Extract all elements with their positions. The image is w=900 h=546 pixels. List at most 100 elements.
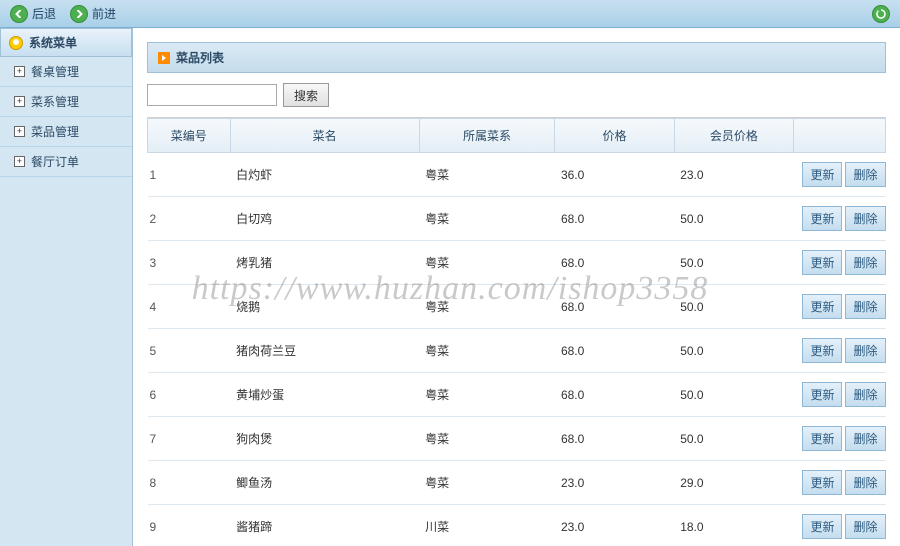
table-row: 4烧鹅粤菜68.050.0更新删除: [148, 285, 886, 329]
table-row: 3烤乳猪粤菜68.050.0更新删除: [148, 241, 886, 285]
update-button[interactable]: 更新: [802, 294, 842, 319]
update-button[interactable]: 更新: [802, 514, 842, 539]
table-row: 2白切鸡粤菜68.050.0更新删除: [148, 197, 886, 241]
table-row: 5猪肉荷兰豆粤菜68.050.0更新删除: [148, 329, 886, 373]
table-row: 8鲫鱼汤粤菜23.029.0更新删除: [148, 461, 886, 505]
expand-icon: +: [14, 126, 25, 137]
user-icon: [9, 36, 23, 50]
col-name: 白切鸡: [230, 197, 419, 241]
col-name: 猪肉荷兰豆: [230, 329, 419, 373]
content-area: 菜品列表 搜索 菜编号 菜名 所属菜系 价格 会员价格 1白灼虾粤菜36.02: [133, 28, 900, 546]
table-row: 1白灼虾粤菜36.023.0更新删除: [148, 153, 886, 197]
col-header-cuisine: 所属菜系: [419, 119, 555, 153]
col-actions: 更新删除: [793, 461, 885, 505]
col-actions: 更新删除: [793, 505, 885, 546]
col-id: 7: [148, 417, 231, 461]
col-cuisine: 粤菜: [419, 285, 555, 329]
update-button[interactable]: 更新: [802, 382, 842, 407]
sidebar-item-label: 餐桌管理: [31, 63, 79, 80]
delete-button[interactable]: 删除: [845, 250, 885, 275]
arrow-right-icon: [70, 5, 88, 23]
col-price: 68.0: [555, 417, 674, 461]
col-name: 酱猪蹄: [230, 505, 419, 546]
col-header-name: 菜名: [230, 119, 419, 153]
col-cuisine: 粤菜: [419, 417, 555, 461]
col-name: 白灼虾: [230, 153, 419, 197]
col-cuisine: 粤菜: [419, 373, 555, 417]
col-member-price: 23.0: [674, 153, 793, 197]
table-row: 6黄埔炒蛋粤菜68.050.0更新删除: [148, 373, 886, 417]
sidebar-header: 系统菜单: [0, 28, 132, 57]
col-id: 8: [148, 461, 231, 505]
delete-button[interactable]: 删除: [845, 514, 885, 539]
top-toolbar: 后退 前进: [0, 0, 900, 28]
col-price: 36.0: [555, 153, 674, 197]
col-member-price: 29.0: [674, 461, 793, 505]
col-price: 23.0: [555, 505, 674, 546]
col-name: 黄埔炒蛋: [230, 373, 419, 417]
col-cuisine: 粤菜: [419, 153, 555, 197]
forward-button[interactable]: 前进: [64, 3, 122, 25]
col-header-actions: [793, 119, 885, 153]
col-actions: 更新删除: [793, 329, 885, 373]
table-wrap: 菜编号 菜名 所属菜系 价格 会员价格 1白灼虾粤菜36.023.0更新删除2白…: [147, 118, 886, 546]
col-cuisine: 粤菜: [419, 329, 555, 373]
update-button[interactable]: 更新: [802, 426, 842, 451]
col-member-price: 50.0: [674, 285, 793, 329]
search-button[interactable]: 搜索: [283, 83, 329, 107]
arrow-left-icon: [10, 5, 28, 23]
expand-icon: +: [14, 156, 25, 167]
dish-table: 菜编号 菜名 所属菜系 价格 会员价格 1白灼虾粤菜36.023.0更新删除2白…: [147, 118, 886, 546]
refresh-button[interactable]: [866, 3, 896, 25]
col-member-price: 50.0: [674, 329, 793, 373]
update-button[interactable]: 更新: [802, 162, 842, 187]
expand-icon: +: [14, 66, 25, 77]
table-row: 9酱猪蹄川菜23.018.0更新删除: [148, 505, 886, 546]
sidebar: 系统菜单 +餐桌管理+菜系管理+菜品管理+餐厅订单: [0, 28, 133, 546]
delete-button[interactable]: 删除: [845, 162, 885, 187]
col-actions: 更新删除: [793, 417, 885, 461]
col-member-price: 50.0: [674, 417, 793, 461]
update-button[interactable]: 更新: [802, 206, 842, 231]
col-actions: 更新删除: [793, 285, 885, 329]
update-button[interactable]: 更新: [802, 250, 842, 275]
delete-button[interactable]: 删除: [845, 294, 885, 319]
col-member-price: 50.0: [674, 197, 793, 241]
col-member-price: 50.0: [674, 241, 793, 285]
search-input[interactable]: [147, 84, 277, 106]
col-name: 鲫鱼汤: [230, 461, 419, 505]
col-cuisine: 粤菜: [419, 241, 555, 285]
back-button[interactable]: 后退: [4, 3, 62, 25]
sidebar-item[interactable]: +餐厅订单: [0, 147, 132, 177]
main-layout: 系统菜单 +餐桌管理+菜系管理+菜品管理+餐厅订单 菜品列表 搜索 菜编号 菜名…: [0, 28, 900, 546]
delete-button[interactable]: 删除: [845, 426, 885, 451]
update-button[interactable]: 更新: [802, 470, 842, 495]
table-row: 7狗肉煲粤菜68.050.0更新删除: [148, 417, 886, 461]
col-cuisine: 粤菜: [419, 461, 555, 505]
col-header-id: 菜编号: [148, 119, 231, 153]
toolbar-right: [866, 3, 896, 25]
sidebar-item[interactable]: + 餐桌管理: [0, 57, 132, 87]
delete-button[interactable]: 删除: [845, 338, 885, 363]
update-button[interactable]: 更新: [802, 338, 842, 363]
col-id: 4: [148, 285, 231, 329]
delete-button[interactable]: 删除: [845, 382, 885, 407]
delete-button[interactable]: 删除: [845, 470, 885, 495]
col-member-price: 50.0: [674, 373, 793, 417]
col-member-price: 18.0: [674, 505, 793, 546]
sidebar-item[interactable]: +菜系管理: [0, 87, 132, 117]
col-price: 68.0: [555, 197, 674, 241]
col-name: 狗肉煲: [230, 417, 419, 461]
col-price: 68.0: [555, 373, 674, 417]
col-id: 9: [148, 505, 231, 546]
delete-button[interactable]: 删除: [845, 206, 885, 231]
sidebar-item-label: 菜品管理: [31, 123, 79, 140]
panel-header: 菜品列表: [147, 42, 886, 73]
search-bar: 搜索: [147, 73, 886, 118]
expand-icon: +: [14, 96, 25, 107]
col-actions: 更新删除: [793, 197, 885, 241]
refresh-icon: [872, 5, 890, 23]
col-actions: 更新删除: [793, 373, 885, 417]
sidebar-item[interactable]: + 菜品管理: [0, 117, 132, 147]
col-id: 6: [148, 373, 231, 417]
